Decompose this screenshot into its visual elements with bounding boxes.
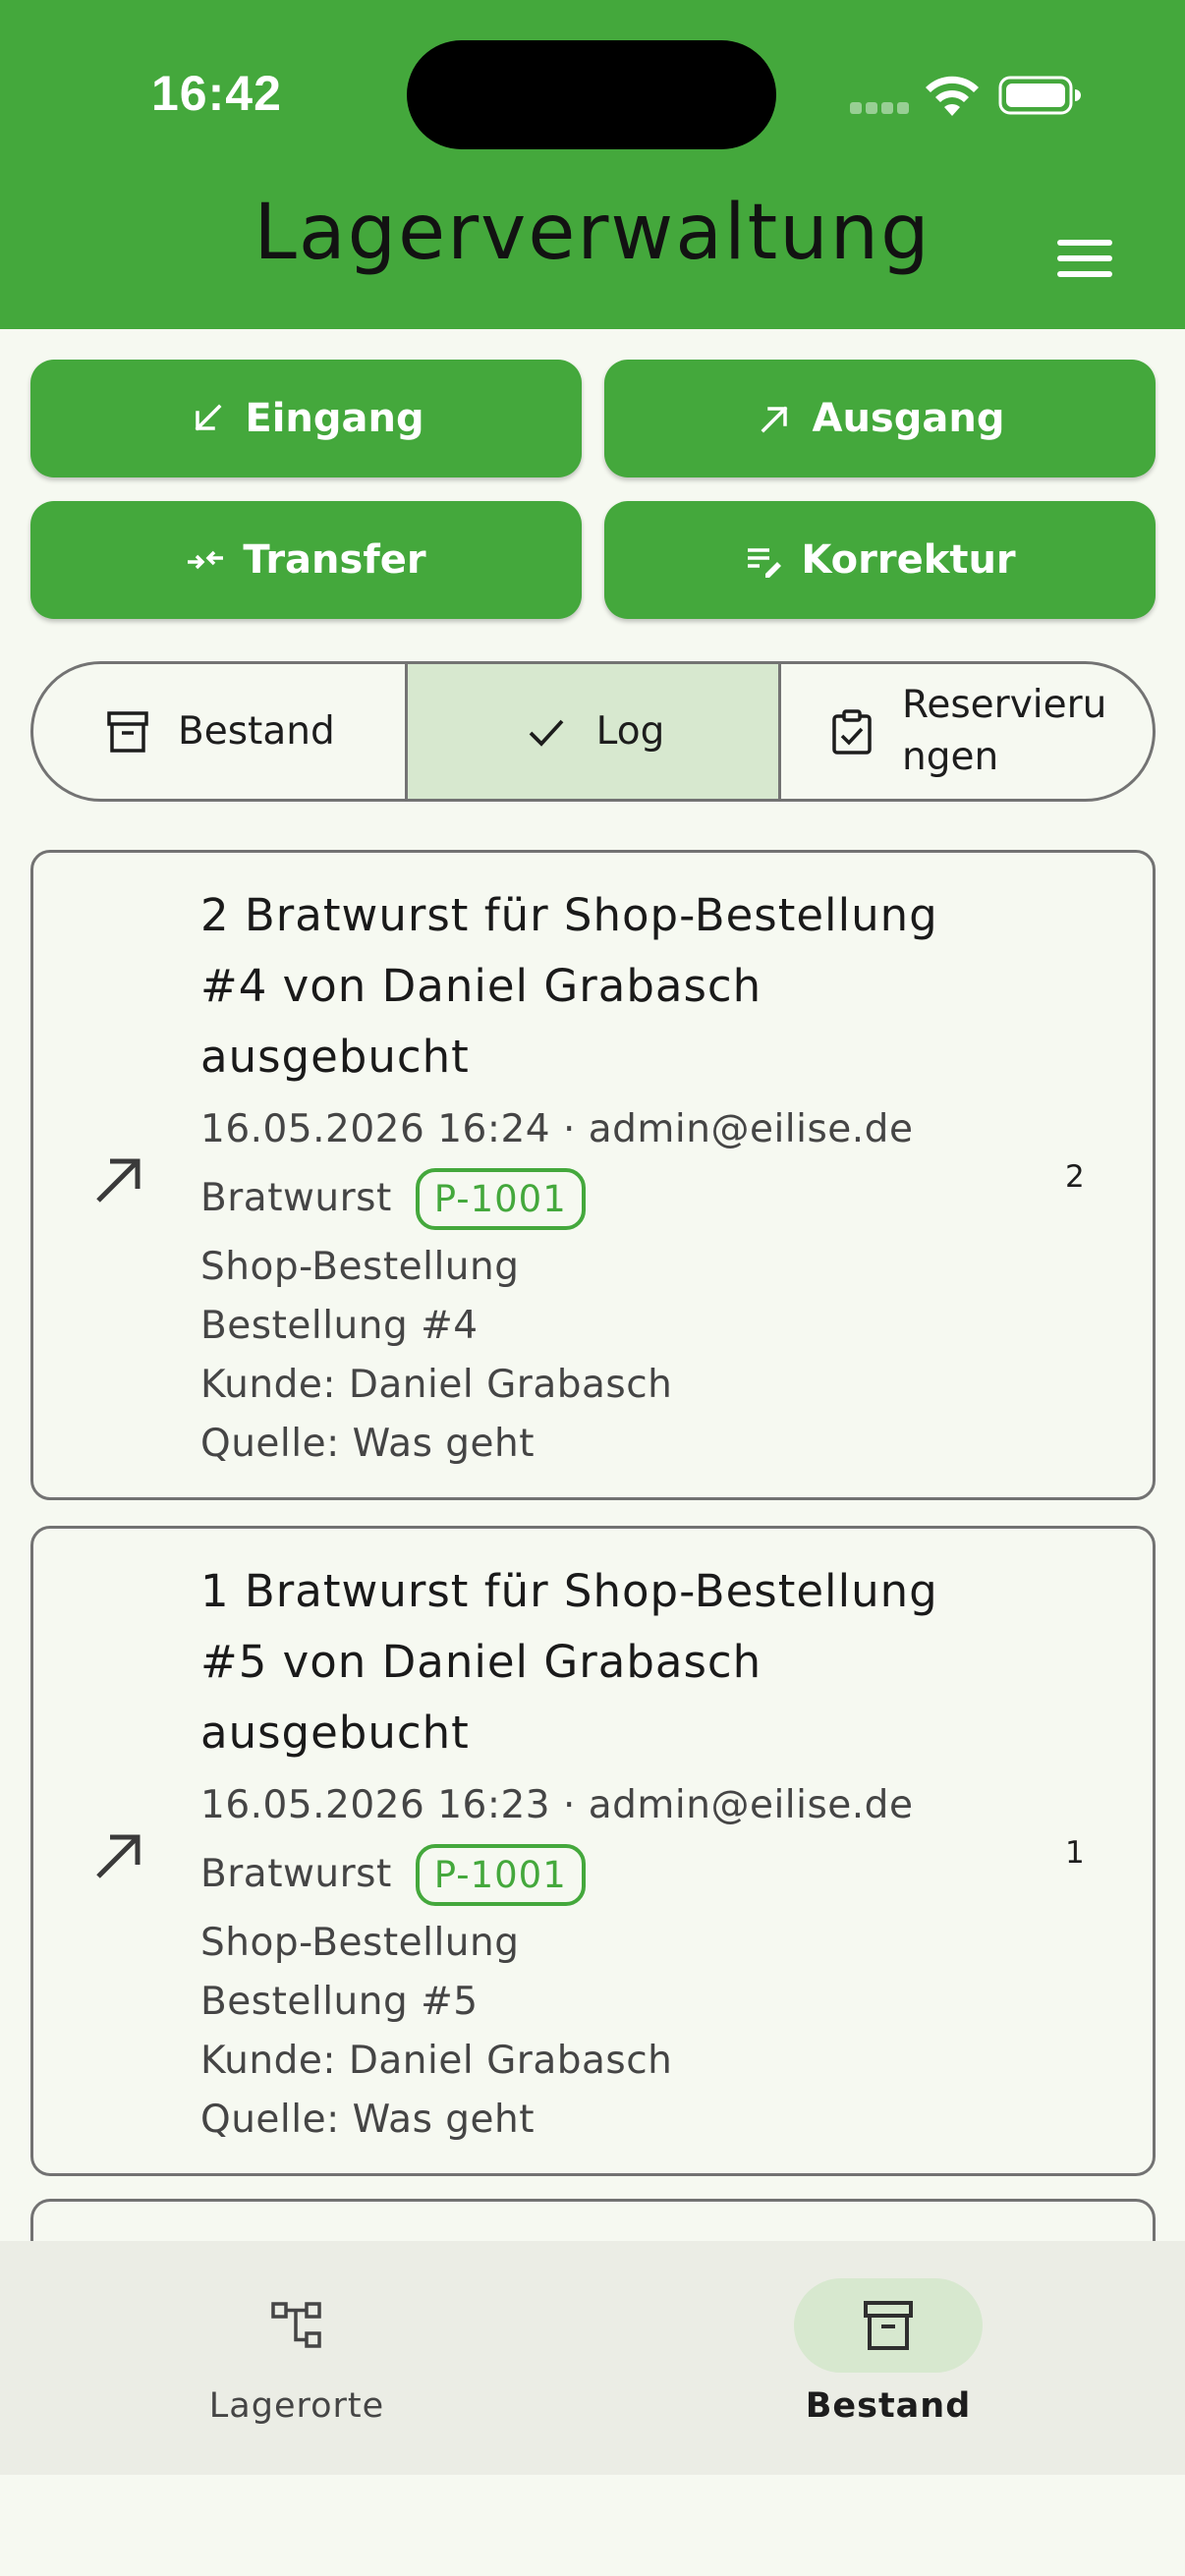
arrow-up-right-icon [96, 1834, 141, 1878]
tab-log-label: Log [595, 709, 665, 754]
hamburger-menu-icon[interactable] [1051, 234, 1120, 283]
log-entry-title-line: 2 Bratwurst für Shop-Bestellung [200, 889, 938, 941]
log-entry-type: Shop-Bestellung [200, 1921, 520, 1965]
nav-label-lagerorte: Lagerorte [208, 2386, 385, 2426]
nav-item-lagerorte[interactable]: Lagerorte [149, 2278, 444, 2426]
transfer-arrows-icon [188, 550, 224, 570]
eingang-button[interactable]: Eingang [30, 360, 582, 477]
dynamic-island [407, 40, 776, 149]
log-entry-order: Bestellung #5 [200, 1980, 479, 2024]
tab-bestand-label: Bestand [177, 709, 335, 754]
log-entry-source: Quelle: Was geht [200, 2098, 536, 2142]
log-entry-meta: 16.05.2026 16:24 · admin@eilise.de [200, 1107, 914, 1151]
clipboard-check-icon [832, 708, 872, 755]
ausgang-label: Ausgang [812, 396, 1005, 441]
log-entry-product: Bratwurst [200, 1852, 392, 1896]
log-entry-type: Shop-Bestellung [200, 1245, 520, 1289]
tab-reservierungen-label-line2: ngen [902, 734, 999, 779]
log-entry-quantity: 2 [1065, 1159, 1085, 1195]
archive-icon [864, 2301, 913, 2350]
log-entry-source: Quelle: Was geht [200, 1422, 536, 1466]
log-entry-card[interactable]: 1 Bratwurst für Shop-Bestellung #5 von D… [30, 1526, 1156, 2176]
log-entry-title-line: ausgebucht [200, 1031, 470, 1083]
log-entry-title-line: ausgebucht [200, 1707, 470, 1759]
sku-badge: P-1001 [415, 1167, 586, 1230]
log-entry-title-line: #5 von Daniel Grabasch [200, 1636, 762, 1688]
log-entry-customer: Kunde: Daniel Grabasch [200, 1363, 673, 1407]
archive-icon [107, 710, 148, 753]
log-entry-meta: 16.05.2026 16:23 · admin@eilise.de [200, 1783, 914, 1827]
nav-label-bestand: Bestand [805, 2386, 972, 2426]
check-icon [529, 719, 564, 747]
eingang-label: Eingang [245, 396, 424, 441]
log-entry-card[interactable]: 2 Bratwurst für Shop-Bestellung #4 von D… [30, 850, 1156, 1500]
log-entry-customer: Kunde: Daniel Grabasch [200, 2039, 673, 2083]
log-entry-product: Bratwurst [200, 1176, 392, 1220]
nav-item-bestand[interactable]: Bestand [741, 2278, 1036, 2426]
sku-badge: P-1001 [415, 1843, 586, 1906]
app-header: 16:42 Lagerverwaltung [0, 0, 1185, 329]
tab-reservierungen-label-line1: Reservieru [902, 682, 1107, 727]
bottom-navigation: Lagerorte Bestand [0, 2241, 1185, 2475]
status-time: 16:42 [151, 66, 282, 121]
transfer-label: Transfer [243, 537, 426, 583]
arrow-up-right-icon [761, 406, 787, 433]
edit-list-icon [748, 548, 782, 578]
cellular-signal-icon [850, 102, 909, 114]
ausgang-button[interactable]: Ausgang [604, 360, 1156, 477]
wifi-icon [926, 76, 979, 116]
log-entry-order: Bestellung #4 [200, 1304, 479, 1348]
arrow-up-right-icon [96, 1158, 141, 1203]
arrow-down-left-icon [195, 404, 222, 431]
korrektur-button[interactable]: Korrektur [604, 501, 1156, 619]
log-entry-title-line: #4 von Daniel Grabasch [200, 960, 762, 1012]
korrektur-label: Korrektur [801, 537, 1016, 583]
battery-icon [998, 76, 1081, 115]
tab-reservierungen[interactable]: Reservieru ngen [778, 664, 1153, 799]
view-tabs: Bestand Log Reservieru ngen [30, 661, 1156, 802]
tab-log[interactable]: Log [404, 664, 779, 799]
log-entry-title-line: 1 Bratwurst für Shop-Bestellung [200, 1565, 938, 1617]
app-title: Lagerverwaltung [254, 189, 931, 277]
tab-bestand[interactable]: Bestand [33, 664, 405, 799]
transfer-button[interactable]: Transfer [30, 501, 582, 619]
hierarchy-icon [271, 2302, 321, 2348]
log-entry-quantity: 1 [1065, 1835, 1085, 1871]
